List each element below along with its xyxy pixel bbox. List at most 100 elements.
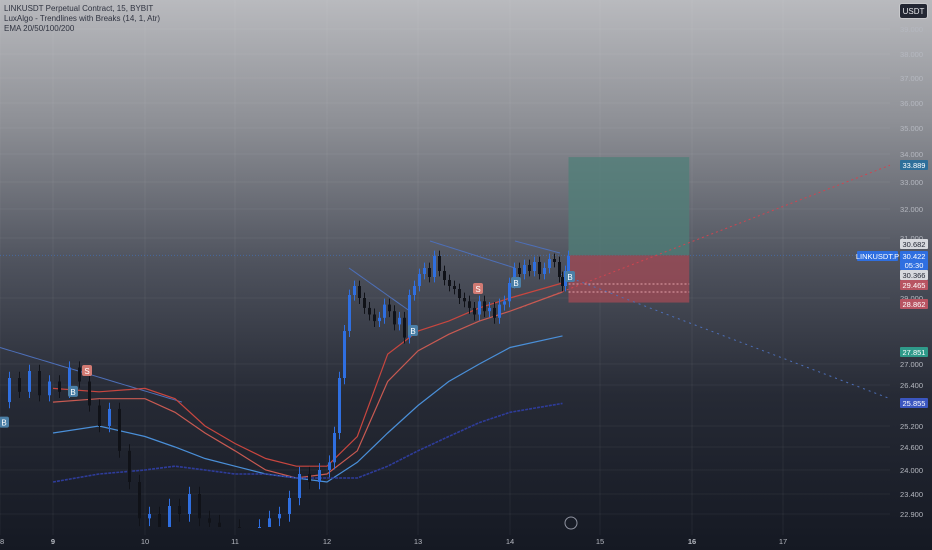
candle — [538, 262, 541, 274]
ema-line-1 — [52, 282, 563, 467]
candle — [503, 301, 506, 305]
candle — [158, 514, 161, 527]
signal-marker: S — [82, 365, 92, 376]
y-tick-label: 25.200 — [900, 422, 923, 431]
candle — [278, 514, 281, 519]
candle — [558, 262, 561, 277]
indicator-ema: EMA 20/50/100/200 — [4, 24, 75, 33]
trendline — [429, 240, 516, 269]
time-axis: 9 10 11 12 13 14 15 16 17 18 — [0, 537, 787, 546]
price-label-current: 30.422 — [900, 251, 928, 261]
candle — [488, 307, 491, 312]
position-zones — [568, 157, 690, 303]
candle — [363, 298, 366, 308]
x-tick-label: 16 — [688, 537, 696, 546]
signal-marker: S — [473, 283, 483, 294]
x-tick-label: 11 — [231, 537, 239, 546]
y-tick-label: 22.900 — [900, 510, 923, 519]
price-label-text: 27.851 — [903, 348, 926, 357]
price-label-text: 30.682 — [903, 240, 926, 249]
candle — [28, 371, 31, 392]
candle — [218, 522, 221, 527]
signal-label: B — [1, 419, 6, 428]
candle — [268, 518, 271, 527]
candle — [498, 304, 501, 318]
x-tick-label: 12 — [323, 537, 331, 546]
price-label-text: 25.855 — [903, 399, 926, 408]
candle — [388, 304, 391, 312]
candle — [343, 331, 346, 378]
candle — [238, 527, 241, 528]
candle — [483, 301, 486, 312]
signal-label: B — [410, 327, 415, 336]
candle — [288, 498, 291, 514]
candle — [358, 286, 361, 298]
price-label-text: 05:30 — [905, 261, 924, 270]
candle — [208, 518, 211, 523]
candle — [353, 286, 356, 295]
candle — [368, 307, 371, 315]
price-labels: 33.88930.682LINKUSDT.P 30.42205:3030.3662… — [856, 160, 928, 408]
candle — [348, 295, 351, 331]
candle — [58, 381, 61, 392]
y-tick-label: 24.600 — [900, 443, 923, 452]
y-tick-label: 27.000 — [900, 360, 923, 369]
candle — [518, 268, 521, 274]
candle — [98, 405, 101, 426]
candle — [438, 256, 441, 271]
candle — [378, 317, 381, 322]
candle — [433, 256, 436, 277]
price-label-text: 29.465 — [903, 281, 926, 290]
candle — [448, 280, 451, 286]
candle — [328, 462, 331, 470]
price-label-stop: 28.862 — [900, 299, 928, 309]
currency-button[interactable]: USDT — [899, 3, 928, 19]
x-tick-label: 9 — [51, 537, 55, 546]
price-label-text: 30.422 — [903, 252, 926, 261]
price-label-symbol: LINKUSDT.P — [856, 251, 899, 261]
candle — [108, 408, 111, 426]
candle — [567, 256, 570, 271]
replay-icon — [564, 516, 578, 530]
y-tick-label: 23.400 — [900, 490, 923, 499]
candle — [148, 514, 151, 519]
signal-label: B — [567, 273, 572, 282]
candle — [258, 527, 261, 528]
candle — [463, 298, 466, 302]
price-label-text: 30.366 — [903, 271, 926, 280]
y-tick-label: 38.000 — [900, 50, 923, 59]
y-tick-label: 32.000 — [900, 205, 923, 214]
candle — [318, 470, 321, 482]
signal-label: B — [513, 279, 518, 288]
y-tick-label: 33.000 — [900, 178, 923, 187]
candle — [298, 474, 301, 498]
price-label-plain: 30.366 — [900, 270, 928, 280]
candle — [478, 301, 481, 315]
y-tick-label: 36.000 — [900, 99, 923, 108]
stop-zone — [568, 255, 690, 303]
x-tick-label: 10 — [141, 537, 149, 546]
candle — [88, 381, 91, 406]
candle — [423, 268, 426, 274]
candle — [393, 311, 396, 325]
signal-label: B — [70, 388, 75, 397]
price-label-text: 33.889 — [903, 161, 926, 170]
candle — [443, 271, 446, 280]
candle — [561, 277, 564, 286]
candle — [493, 307, 496, 318]
price-chart[interactable]: B B B B B S S 39.000 38.000 37.000 36.000 35.000 34… — [0, 0, 932, 550]
candle — [198, 494, 201, 519]
signal-marker: B — [68, 385, 78, 397]
candle — [418, 274, 421, 286]
candle — [38, 371, 41, 396]
signal-marker: B — [408, 325, 418, 336]
candle — [338, 378, 341, 433]
target-zone — [568, 157, 690, 256]
candle — [168, 506, 171, 527]
x-tick-label: 15 — [596, 537, 604, 546]
candle — [453, 286, 456, 289]
candle — [508, 283, 511, 302]
candle — [458, 289, 461, 298]
y-tick-label: 39.000 — [900, 25, 923, 34]
candle — [373, 314, 376, 322]
